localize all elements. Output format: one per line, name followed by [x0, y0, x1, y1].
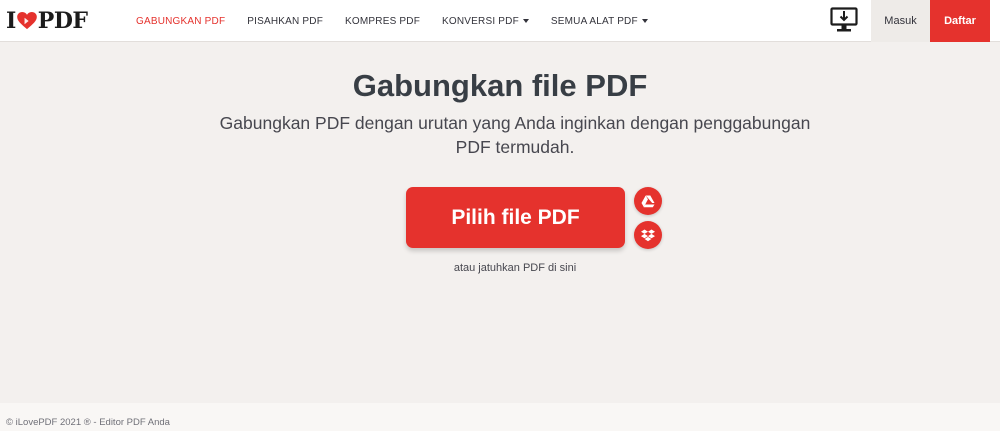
- nav-item-all-tools[interactable]: SEMUA ALAT PDF: [551, 16, 648, 27]
- login-button[interactable]: Masuk: [871, 0, 930, 42]
- drop-hint-text: atau jatuhkan PDF di sini: [453, 262, 577, 274]
- caret-down-icon: [522, 19, 529, 23]
- heart-icon: [16, 12, 37, 30]
- nav-item-label: KOMPRES PDF: [345, 15, 421, 27]
- page-subtitle: Gabungkan PDF dengan urutan yang Anda in…: [219, 113, 811, 157]
- nav-item-label: PISAHKAN PDF: [247, 15, 324, 27]
- top-navbar: I PDF GABUNGKAN PDF PISAHKAN PDF KOMPRES…: [0, 0, 1000, 42]
- caret-down-icon: [641, 19, 648, 23]
- nav-item-convert-pdf[interactable]: KONVERSI PDF: [442, 16, 529, 27]
- main-nav: GABUNGKAN PDF PISAHKAN PDF KOMPRES PDF K…: [136, 0, 670, 42]
- footer: © iLovePDF 2021 ® - Editor PDF Anda: [0, 403, 1000, 431]
- dropbox-button[interactable]: [634, 221, 662, 249]
- nav-item-split-pdf[interactable]: PISAHKAN PDF: [247, 16, 323, 27]
- google-drive-icon: [641, 195, 655, 207]
- signup-button[interactable]: Daftar: [930, 0, 990, 42]
- ilovepdf-logo[interactable]: I PDF: [6, 6, 88, 36]
- logo-suffix: PDF: [37, 8, 88, 34]
- nav-item-label: KONVERSI PDF: [442, 15, 519, 27]
- page-title: Gabungkan file PDF: [352, 68, 648, 103]
- google-drive-button[interactable]: [634, 187, 662, 215]
- nav-item-merge-pdf[interactable]: GABUNGKAN PDF: [136, 16, 225, 27]
- footer-copyright: © iLovePDF 2021 ® - Editor PDF Anda: [6, 417, 170, 428]
- nav-item-compress-pdf[interactable]: KOMPRES PDF: [345, 16, 420, 27]
- dropbox-icon: [641, 229, 655, 241]
- nav-item-label: GABUNGKAN PDF: [136, 15, 226, 27]
- nav-item-label: SEMUA ALAT PDF: [550, 15, 638, 27]
- logo-prefix: I: [6, 8, 16, 34]
- select-pdf-button[interactable]: Pilih file PDF: [406, 187, 625, 248]
- desktop-download-icon[interactable]: [830, 7, 858, 33]
